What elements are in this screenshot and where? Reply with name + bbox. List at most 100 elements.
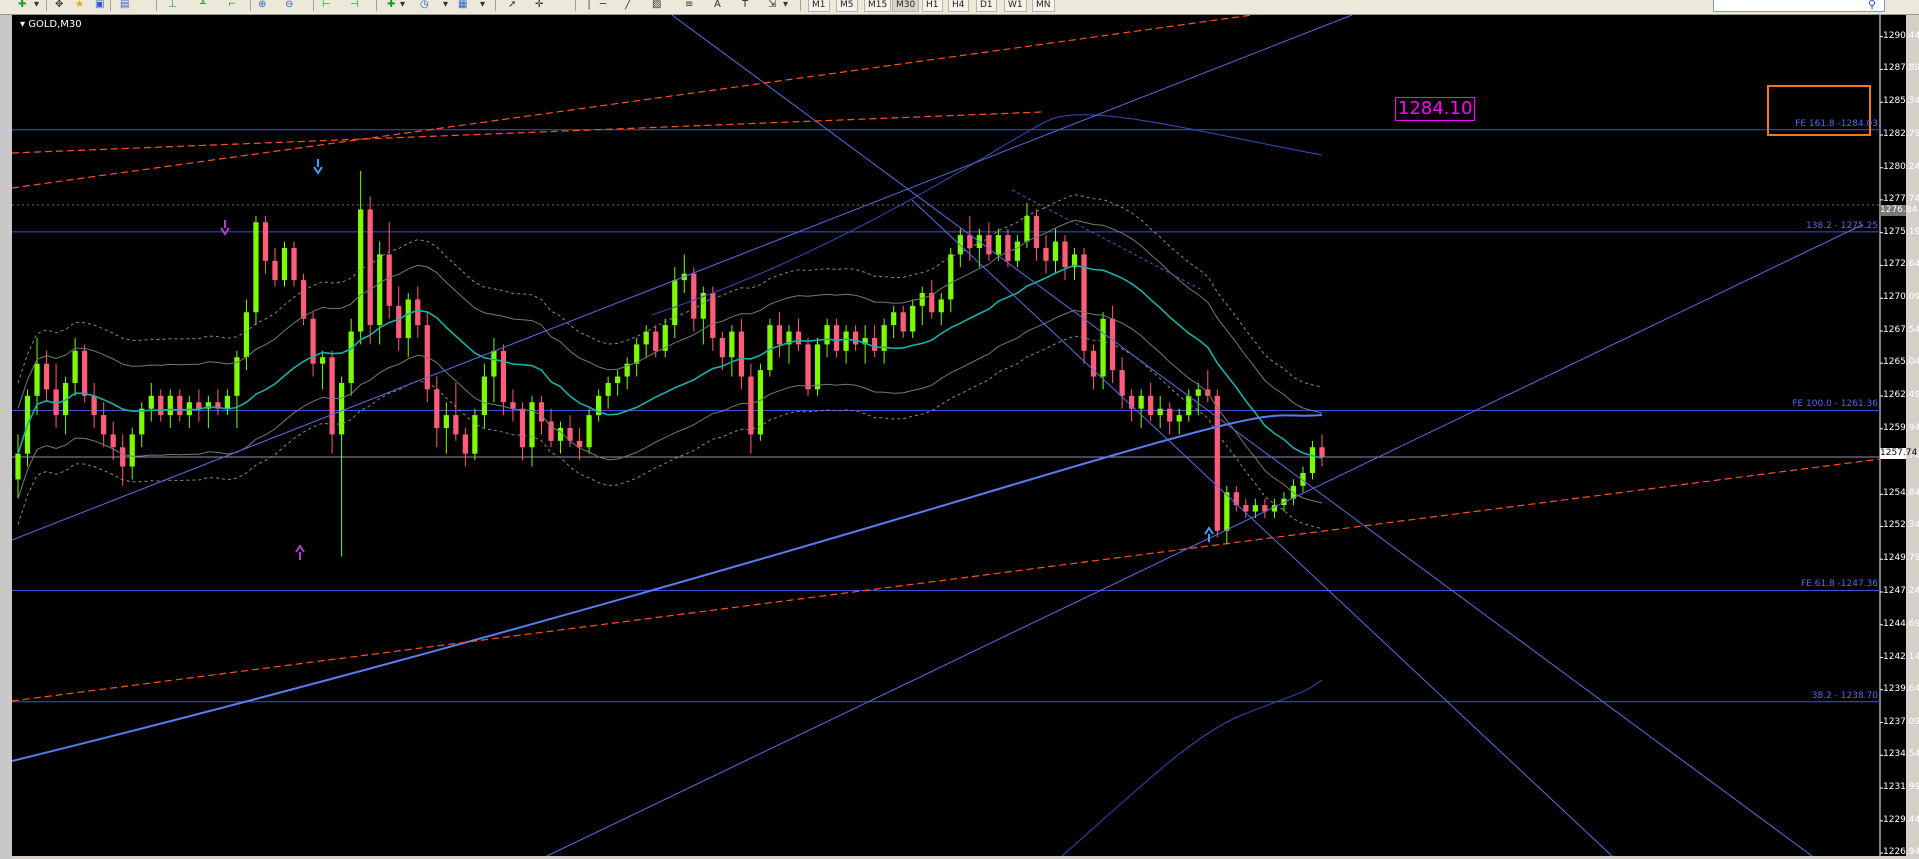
navigator-icon[interactable]: ▣ — [95, 0, 104, 11]
candle-body — [462, 434, 468, 454]
timeframe-m30-button[interactable]: M30 — [892, 0, 920, 12]
candle-body — [843, 331, 849, 351]
periods-clock-icon[interactable]: ◷ — [420, 0, 429, 11]
candle-body — [1224, 492, 1230, 531]
timeframe-m1-button[interactable]: M1 — [808, 0, 830, 12]
candle-body — [729, 331, 735, 358]
candle-body — [300, 280, 307, 319]
candle-body — [1233, 492, 1239, 506]
periods-dropdown-icon[interactable]: ▾ — [443, 0, 448, 11]
crosshair-icon[interactable]: ✛ — [535, 0, 543, 11]
price-axis-label: 1229.44 — [1883, 814, 1919, 825]
templates-icon[interactable]: ▦ — [458, 0, 467, 11]
candlestick-icon[interactable]: ╨ — [200, 0, 206, 11]
price-axis[interactable]: 1290.44 1287.89 1285.34 1282.79 1280.24 1277.… — [1880, 15, 1919, 857]
timeframe-m5-button[interactable]: M5 — [836, 0, 858, 12]
candle-body — [1043, 247, 1049, 261]
timeframe-h4-button[interactable]: H4 — [948, 0, 969, 12]
candle-body — [672, 280, 678, 326]
timeframe-d1-button[interactable]: D1 — [976, 0, 997, 12]
fib-level-label: FE 100.0 - 1261.36 — [1792, 399, 1878, 410]
vertical-line-icon[interactable]: │ — [586, 0, 592, 11]
candle-body — [710, 292, 716, 338]
templates-dropdown-icon[interactable]: ▾ — [480, 0, 485, 11]
fibonacci-icon[interactable]: ≡ — [685, 0, 693, 11]
candle-body — [1148, 395, 1154, 416]
timeframe-mn-button[interactable]: MN — [1032, 0, 1055, 12]
move-icon[interactable]: ✥ — [55, 0, 63, 11]
candle-body — [519, 408, 526, 448]
new-chart-icon[interactable]: ✚ — [18, 0, 26, 11]
zoom-in-icon[interactable]: ⊕ — [258, 0, 266, 11]
lower-band-line — [1061, 679, 1323, 856]
search-input[interactable] — [1713, 0, 1885, 12]
candle-body — [529, 402, 535, 448]
candle-body — [919, 292, 925, 306]
price-label-box[interactable]: 1284.10 — [1395, 97, 1476, 121]
text-label-tool[interactable]: T — [742, 0, 748, 11]
price-axis-label: 1234.54 — [1883, 749, 1919, 760]
candle-body — [1081, 254, 1087, 351]
price-axis-label: 1244.69 — [1883, 618, 1919, 629]
candle-body — [500, 350, 507, 403]
chart-canvas[interactable] — [12, 15, 1906, 856]
lower-envelope-outer — [17, 335, 1323, 530]
window-left-border — [0, 15, 12, 859]
candle-body — [814, 344, 821, 390]
chart-symbol-label: ▾ GOLD,M30 — [20, 19, 82, 30]
arrow-dropdown-icon[interactable]: ▾ — [783, 0, 788, 11]
dropdown-icon[interactable]: ▾ — [34, 0, 39, 11]
cursor-icon[interactable]: ➚ — [508, 0, 516, 11]
candle-body — [833, 325, 840, 351]
toolbar-separator — [156, 0, 157, 11]
text-tool[interactable]: A — [714, 0, 721, 11]
indicators-dropdown-icon[interactable]: ▾ — [400, 0, 405, 11]
price-axis-label: 1275.19 — [1883, 226, 1919, 237]
candle-body — [43, 363, 50, 390]
candle-body — [396, 305, 402, 338]
candle-body — [824, 325, 830, 345]
autoscroll-icon[interactable]: ⊣ — [350, 0, 359, 11]
timeframe-w1-button[interactable]: W1 — [1004, 0, 1027, 12]
favorites-icon[interactable]: ★ — [75, 0, 84, 11]
arrow-tool-icon[interactable]: ⇲ — [768, 0, 776, 11]
candle-body — [158, 395, 164, 416]
timeframe-m15-button[interactable]: M15 — [864, 0, 892, 12]
timeframe-h1-button[interactable]: H1 — [922, 0, 943, 12]
candle-body — [434, 389, 440, 428]
channel-icon[interactable]: ▨ — [652, 0, 661, 11]
candle-body — [852, 331, 859, 345]
candle-body — [491, 350, 497, 377]
new-order-icon[interactable]: ▤ — [120, 0, 129, 11]
fib-level-label: FE 161.8 -1284.03 — [1795, 118, 1878, 129]
candle-body — [1090, 350, 1097, 377]
channel-line — [546, 224, 1863, 856]
line-chart-icon[interactable]: ⌐ — [228, 0, 236, 11]
candle-body — [15, 453, 21, 480]
chart-shift-icon[interactable]: ⊢ — [322, 0, 331, 11]
candle-body — [72, 350, 78, 383]
chart-menu-icon[interactable]: ▾ — [20, 19, 28, 30]
candle-body — [101, 415, 107, 435]
indicators-icon[interactable]: ✚ — [387, 0, 395, 11]
toolbar-separator — [800, 0, 801, 11]
price-axis-label: 1259.94 — [1883, 422, 1919, 433]
bar-chart-icon[interactable]: ⊥ — [168, 0, 177, 11]
zoom-out-icon[interactable]: ⊖ — [285, 0, 293, 11]
candle-body — [634, 344, 640, 364]
candle-body — [291, 247, 297, 281]
candle-body — [481, 376, 488, 416]
candle-body — [348, 331, 354, 383]
candle-body — [586, 415, 592, 448]
candle-body — [1252, 505, 1258, 512]
search-icon[interactable]: ⚲ — [1868, 0, 1876, 11]
candle-body — [795, 331, 802, 345]
chart-window[interactable]: ▾ GOLD,M30 1284.10 1290.44 1287.89 1285.34… — [12, 15, 1919, 857]
candle-body — [1129, 395, 1135, 409]
price-axis-label: 1254.84 — [1883, 488, 1919, 499]
candle-body — [367, 209, 373, 326]
price-axis-label: 1237.09 — [1883, 716, 1919, 727]
trendline-icon[interactable]: ╱ — [625, 0, 631, 11]
toolbar: ✚ ▾ ✥ ★ ▣ ▤ ⊥ ╨ ⌐ ⊕ ⊖ ⊢ ⊣ ✚ ▾ ◷ ▾ ▦ ▾ ➚ … — [0, 0, 1919, 15]
horizontal-line-icon[interactable]: ─ — [600, 0, 606, 11]
